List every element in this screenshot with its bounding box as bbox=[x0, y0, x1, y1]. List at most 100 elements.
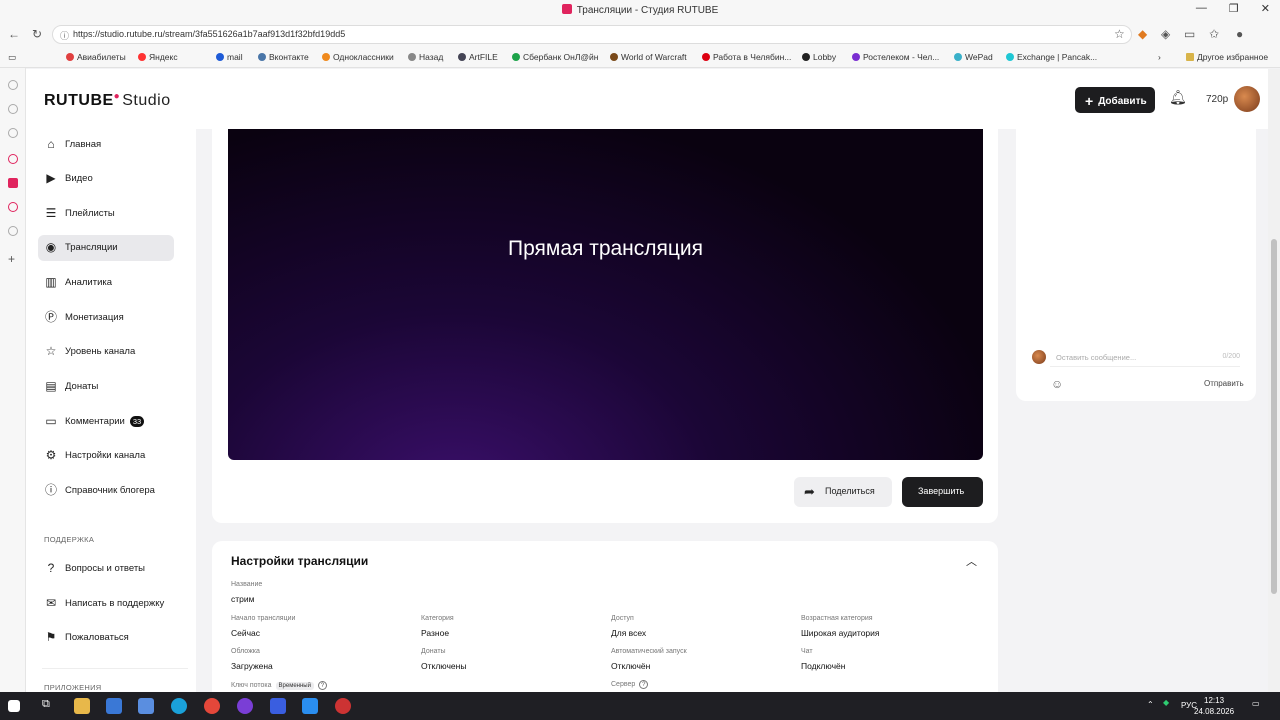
favorites-icon[interactable]: ✩ bbox=[1209, 27, 1219, 41]
sidebar-item-donations[interactable]: ▤ Донаты bbox=[38, 374, 174, 400]
bookmark-label: Одноклассники bbox=[333, 52, 394, 62]
sidebar-tool-icon[interactable] bbox=[8, 104, 18, 114]
bookmark-item[interactable]: Яндекс bbox=[138, 52, 178, 62]
task-view-icon[interactable]: ⧉ bbox=[42, 698, 50, 711]
stream-key-label: Ключ потока bbox=[231, 682, 272, 689]
apps-icon[interactable]: ▭ bbox=[8, 52, 16, 63]
sidebar-item-channel-settings[interactable]: ⚙ Настройки канала bbox=[38, 443, 174, 469]
sidebar-app-icon[interactable] bbox=[8, 202, 18, 212]
bookmark-favicon-icon bbox=[322, 53, 330, 61]
bookmark-item[interactable]: Вконтакте bbox=[258, 52, 309, 62]
sidebar-item-analytics[interactable]: ▥ Аналитика bbox=[38, 270, 174, 296]
sidebar-item-channel-level[interactable]: ☆ Уровень канала bbox=[38, 339, 174, 365]
page-scrollbar[interactable] bbox=[1268, 69, 1280, 692]
help-icon[interactable]: ? bbox=[317, 681, 327, 690]
close-icon[interactable]: ✕ bbox=[1261, 2, 1270, 15]
chat-send-button[interactable]: Отправить bbox=[1204, 379, 1244, 388]
share-button[interactable]: ➦ Поделиться bbox=[794, 477, 892, 507]
minimize-icon[interactable]: — bbox=[1196, 2, 1207, 15]
bookmark-item[interactable]: Lobby bbox=[802, 52, 836, 62]
metamask-extension-icon[interactable]: ◆ bbox=[1138, 27, 1147, 41]
profile-icon[interactable]: ● bbox=[1236, 27, 1243, 41]
video-player[interactable]: Прямая трансляция bbox=[228, 129, 983, 460]
bookmark-item[interactable]: mail bbox=[216, 52, 243, 62]
sidebar-item-faq[interactable]: ? Вопросы и ответы bbox=[38, 556, 174, 582]
sidebar-item-broadcasts[interactable]: ◉ Трансляции bbox=[38, 235, 174, 261]
split-screen-icon[interactable]: ▭ bbox=[1184, 27, 1195, 41]
chrome-icon[interactable] bbox=[204, 698, 220, 714]
stream-settings-card: Настройки трансляции ︿ Название стрим На… bbox=[212, 541, 998, 692]
field-label: Автоматический запуск bbox=[611, 648, 687, 655]
field-label: Начало трансляции bbox=[231, 615, 296, 622]
app-icon[interactable] bbox=[335, 698, 351, 714]
sidebar-tool-icon[interactable] bbox=[8, 128, 18, 138]
bookmark-item[interactable]: ArtFILE bbox=[458, 52, 498, 62]
sidebar-item-playlists[interactable]: ☰ Плейлисты bbox=[38, 201, 174, 227]
sidebar-item-contact-support[interactable]: ✉ Написать в поддержку bbox=[38, 591, 174, 617]
extension-icon[interactable]: ◈ bbox=[1161, 27, 1170, 41]
sidebar-rutube-icon[interactable] bbox=[8, 178, 18, 188]
field-label: Возрастная категория bbox=[801, 615, 873, 622]
sidebar-item-blogger-guide[interactable]: ⓘ Справочник блогера bbox=[38, 478, 174, 504]
info-icon[interactable]: ⓘ bbox=[60, 29, 69, 42]
sidebar-add-icon[interactable]: + bbox=[8, 252, 15, 266]
bookmarks-more-icon[interactable]: › bbox=[1158, 52, 1161, 62]
sidebar-item-label: Трансляции bbox=[65, 242, 118, 253]
favorite-star-icon[interactable]: ☆ bbox=[1114, 27, 1125, 41]
url-field[interactable]: ⓘ https://studio.rutube.ru/stream/3fa551… bbox=[52, 25, 1132, 44]
app-icon[interactable] bbox=[237, 698, 253, 714]
chat-message-input[interactable]: Оставить сообщение... 0/200 bbox=[1050, 345, 1240, 367]
sidebar-item-label: Вопросы и ответы bbox=[65, 563, 146, 574]
calculator-icon[interactable] bbox=[138, 698, 154, 714]
sidebar-item-home[interactable]: ⌂ Главная bbox=[38, 132, 174, 158]
bookmark-item[interactable]: Одноклассники bbox=[322, 52, 394, 62]
sidebar-item-comments[interactable]: ▭ Комментарии 33 bbox=[38, 409, 174, 435]
store-icon[interactable] bbox=[106, 698, 122, 714]
tray-chevron-up-icon[interactable]: ⌃ bbox=[1147, 700, 1154, 709]
bookmark-item[interactable]: Назад bbox=[408, 52, 443, 62]
maximize-icon[interactable]: ❐ bbox=[1229, 2, 1239, 15]
bookmark-item[interactable]: WePad bbox=[954, 52, 993, 62]
sidebar-app-icon[interactable] bbox=[8, 154, 18, 164]
app-icon[interactable] bbox=[302, 698, 318, 714]
folder-icon bbox=[1186, 53, 1194, 61]
refresh-icon[interactable]: ↻ bbox=[32, 27, 42, 41]
back-icon[interactable]: ← bbox=[8, 27, 20, 41]
sidebar-item-report[interactable]: ⚑ Пожаловаться bbox=[38, 625, 174, 651]
address-bar-row: ← ↻ ⓘ https://studio.rutube.ru/stream/3f… bbox=[0, 22, 1280, 48]
sidebar-item-video[interactable]: ▶ Видео bbox=[38, 166, 174, 192]
app-icon[interactable] bbox=[270, 698, 286, 714]
bookmark-item[interactable]: Авиабилеты bbox=[66, 52, 126, 62]
bookmark-item[interactable]: Ростелеком - Чел... bbox=[852, 52, 939, 62]
chevron-up-icon[interactable]: ︿ bbox=[966, 553, 977, 569]
notification-icon[interactable]: ▭ bbox=[1252, 699, 1260, 708]
stream-key-row: Ключ потока Временный? bbox=[231, 681, 327, 690]
bookmark-item[interactable]: World of Warcraft bbox=[610, 52, 687, 62]
tray-app-icon[interactable]: ◆ bbox=[1163, 698, 1169, 707]
file-explorer-icon[interactable] bbox=[74, 698, 90, 714]
scrollbar-thumb[interactable] bbox=[1271, 239, 1277, 594]
bell-icon[interactable]: 🔔︎ bbox=[1169, 89, 1187, 106]
other-bookmarks[interactable]: Другое избранное bbox=[1186, 52, 1268, 62]
taskbar-clock[interactable]: 12:13 24.08.2026 bbox=[1194, 695, 1234, 717]
quality-label[interactable]: 720p bbox=[1206, 94, 1228, 105]
emoji-icon[interactable]: ☺ bbox=[1051, 377, 1063, 391]
rutube-studio-logo[interactable]: RUTUBE● Studio bbox=[44, 91, 171, 110]
home-icon: ⌂ bbox=[47, 137, 55, 151]
sidebar-item-monetization[interactable]: Ⓟ Монетизация bbox=[38, 305, 174, 331]
info-icon: ⓘ bbox=[44, 483, 57, 497]
sidebar-app-icon[interactable] bbox=[8, 226, 18, 236]
stream-name-value: стрим bbox=[231, 594, 255, 604]
bookmark-label: Exchange | Pancak... bbox=[1017, 52, 1098, 62]
bookmark-favicon-icon bbox=[258, 53, 266, 61]
bookmark-item[interactable]: Работа в Челябин... bbox=[702, 52, 791, 62]
avatar[interactable] bbox=[1234, 86, 1260, 112]
bookmark-item[interactable]: Exchange | Pancak... bbox=[1006, 52, 1097, 62]
bookmark-item[interactable]: Сбербанк ОнЛ@йн bbox=[512, 52, 599, 62]
end-stream-button[interactable]: Завершить bbox=[902, 477, 983, 507]
windows-start-icon[interactable] bbox=[8, 700, 20, 712]
help-icon[interactable]: ? bbox=[639, 680, 649, 689]
sidebar-search-icon[interactable] bbox=[8, 80, 18, 90]
add-button[interactable]: + Добавить bbox=[1075, 87, 1155, 113]
edge-browser-icon[interactable] bbox=[171, 698, 187, 714]
